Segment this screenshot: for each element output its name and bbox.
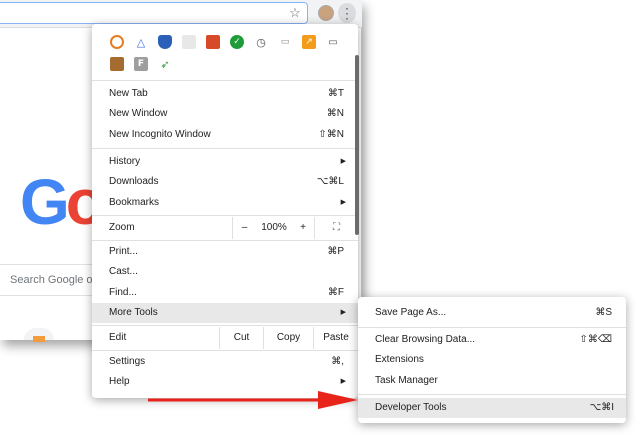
menu-item-label: Extensions — [375, 354, 424, 365]
submenu-arrow-icon: ▶ — [340, 158, 346, 165]
menu-item-shortcut: ⌥⌘L — [316, 176, 344, 187]
menu-item-help[interactable]: Help ▶ — [92, 372, 358, 392]
extension-icon-grid[interactable] — [182, 35, 196, 49]
extension-icon-clock[interactable]: ◷ — [254, 35, 268, 49]
menu-item-shortcut: ⇧⌘⌫ — [579, 334, 612, 345]
menu-item-history[interactable]: History ▶ — [92, 152, 358, 172]
annotation-arrow-icon — [148, 391, 358, 409]
menu-item-shortcut: ⌘F — [327, 287, 344, 298]
menu-item-shortcut: ⌘, — [331, 356, 344, 367]
zoom-label: Zoom — [109, 222, 135, 233]
cut-button[interactable]: Cut — [219, 327, 263, 349]
menu-item-shortcut: ⌥⌘I — [589, 402, 614, 413]
menu-item-settings[interactable]: Settings ⌘, — [92, 352, 358, 372]
extension-icon-book[interactable] — [110, 57, 124, 71]
menu-item-label: History — [109, 156, 141, 167]
fullscreen-icon[interactable]: ⛶ — [314, 217, 358, 239]
menu-item-bookmarks[interactable]: Bookmarks ▶ — [92, 193, 358, 213]
submenu-item-extensions[interactable]: Extensions — [358, 350, 624, 370]
menu-separator — [358, 327, 626, 328]
menu-separator — [92, 148, 358, 149]
menu-item-label: Developer Tools — [375, 402, 447, 413]
menu-item-downloads[interactable]: Downloads ⌥⌘L — [92, 172, 358, 192]
bookmark-star-icon[interactable]: ☆ — [286, 4, 304, 22]
zoom-level: 100% — [261, 222, 287, 233]
menu-item-label: Downloads — [109, 176, 159, 187]
extension-icon-1[interactable] — [110, 35, 124, 49]
menu-item-cast[interactable]: Cast... — [92, 262, 358, 282]
menu-separator — [92, 215, 358, 216]
menu-separator — [92, 325, 358, 326]
menu-item-label: Help — [109, 376, 130, 387]
menu-item-more-tools[interactable]: More Tools ▶ — [92, 303, 358, 323]
address-bar[interactable] — [0, 2, 308, 24]
extension-icon-f[interactable]: F — [134, 57, 148, 71]
menu-item-label: New Tab — [109, 88, 148, 99]
zoom-row: Zoom – 100% + ⛶ — [92, 217, 358, 239]
menu-item-shortcut: ⌘P — [327, 246, 344, 257]
menu-item-label: New Window — [109, 108, 168, 119]
menu-item-new-window[interactable]: New Window ⌘N — [92, 104, 358, 124]
submenu-arrow-icon: ▶ — [340, 309, 346, 316]
menu-item-find[interactable]: Find... ⌘F — [92, 283, 358, 303]
submenu-item-save-page-as[interactable]: Save Page As... ⌘S — [358, 303, 624, 323]
submenu-item-task-manager[interactable]: Task Manager — [358, 371, 624, 391]
profile-avatar[interactable] — [318, 5, 334, 21]
extension-icon-dots[interactable]: ▭ — [278, 35, 292, 49]
menu-item-label: Clear Browsing Data... — [375, 334, 476, 345]
menu-item-label: Bookmarks — [109, 197, 160, 208]
menu-item-label: Print... — [109, 246, 138, 257]
edit-label: Edit — [109, 332, 127, 343]
submenu-item-developer-tools[interactable]: Developer Tools ⌥⌘I — [358, 398, 626, 418]
zoom-in-button[interactable]: + — [292, 217, 314, 239]
zoom-out-button[interactable]: – — [232, 217, 256, 239]
extension-icon-triangle[interactable]: △ — [134, 35, 148, 49]
submenu-item-clear-browsing-data[interactable]: Clear Browsing Data... ⇧⌘⌫ — [358, 330, 624, 350]
menu-item-label: New Incognito Window — [109, 129, 211, 140]
extension-icon-shield[interactable] — [158, 35, 172, 49]
menu-item-new-incognito-window[interactable]: New Incognito Window ⇧⌘N — [92, 125, 358, 145]
extension-icon-laptop[interactable]: ▭ — [326, 35, 340, 49]
extension-icon-chart[interactable]: ↗ — [302, 35, 316, 49]
menu-separator — [358, 394, 626, 395]
search-placeholder: Search Google or — [10, 274, 97, 286]
submenu-arrow-icon: ▶ — [340, 378, 346, 385]
menu-item-label: Save Page As... — [375, 307, 447, 318]
more-tools-submenu: Save Page As... ⌘S Clear Browsing Data..… — [358, 297, 626, 423]
menu-item-print[interactable]: Print... ⌘P — [92, 242, 358, 262]
menu-separator — [92, 350, 358, 351]
menu-item-shortcut: ⌘S — [595, 307, 612, 318]
paste-button[interactable]: Paste — [313, 327, 358, 349]
menu-item-label: Task Manager — [375, 375, 438, 386]
extension-icons-row-1: △ ✓ ◷ ▭ ↗ ▭ — [110, 35, 350, 49]
chrome-menu-button[interactable]: ⋮ — [338, 3, 356, 23]
extension-icon-check[interactable]: ✓ — [230, 35, 244, 49]
menu-item-shortcut: ⌘N — [326, 108, 344, 119]
menu-item-label: More Tools — [109, 307, 158, 318]
menu-scrollbar[interactable] — [355, 55, 359, 235]
copy-button[interactable]: Copy — [263, 327, 313, 349]
menu-separator — [92, 80, 358, 81]
menu-item-new-tab[interactable]: New Tab ⌘T — [92, 84, 358, 104]
extension-icons-row-2: F ➶ — [110, 57, 182, 71]
menu-item-label: Settings — [109, 356, 146, 367]
google-logo: Go — [20, 165, 105, 239]
edit-row: Edit Cut Copy Paste — [92, 327, 358, 349]
menu-item-shortcut: ⌘T — [327, 88, 344, 99]
extension-icon-red[interactable] — [206, 35, 220, 49]
submenu-arrow-icon: ▶ — [340, 199, 346, 206]
shortcut-tile[interactable] — [24, 328, 54, 342]
menu-item-shortcut: ⇧⌘N — [318, 129, 344, 140]
menu-item-label: Cast... — [109, 266, 138, 277]
menu-separator — [92, 240, 358, 241]
menu-item-label: Find... — [109, 287, 137, 298]
extension-icon-rocket[interactable]: ➶ — [158, 57, 172, 71]
logo-letter-g: G — [20, 166, 70, 238]
chrome-menu: △ ✓ ◷ ▭ ↗ ▭ F ➶ New Tab ⌘T New Window ⌘N… — [92, 24, 358, 398]
